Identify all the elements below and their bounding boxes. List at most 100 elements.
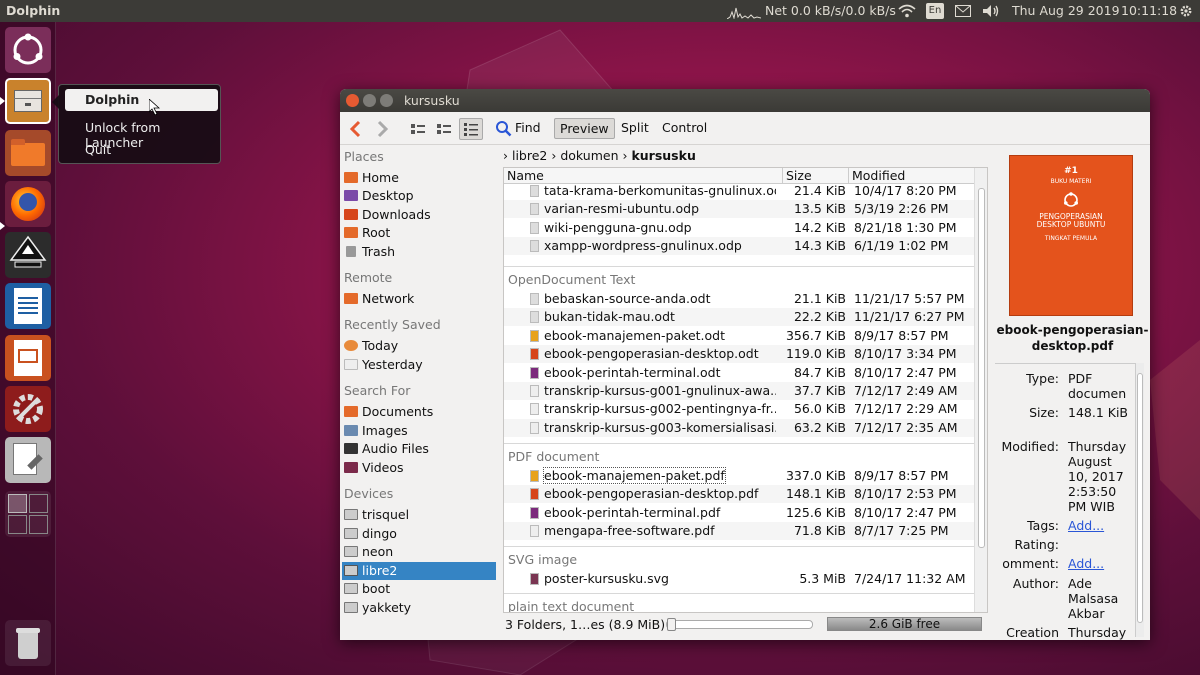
device-libre2[interactable]: libre2 (342, 562, 496, 580)
search-audio-files[interactable]: Audio Files (342, 440, 496, 458)
firefox-icon[interactable] (5, 181, 51, 227)
wifi-icon[interactable] (898, 4, 916, 18)
mail-icon[interactable] (955, 5, 971, 17)
add-comment-link[interactable]: Add... (1068, 556, 1130, 571)
info-scrollbar[interactable] (1135, 363, 1144, 637)
minimize-icon[interactable] (363, 94, 376, 107)
table-row[interactable]: transkrip-kursus-g003-komersialisasi... 6… (504, 418, 974, 437)
table-row[interactable]: ebook-pengoperasian-desktop.pdf 148.1 KiB… (504, 485, 974, 504)
inkscape-icon[interactable] (5, 232, 51, 278)
device-trisquel[interactable]: trisquel (342, 506, 496, 524)
table-row[interactable]: poster-kursusku.svg 5.3 MiB 7/24/17 11:32 … (504, 570, 974, 588)
table-row[interactable]: wiki-pengguna-gnu.odp 14.2 KiB 8/21/18 1:3… (504, 219, 974, 237)
free-space-bar: 2.6 GiB free (827, 617, 982, 631)
compact-view-button[interactable] (432, 118, 456, 140)
rating-label: Rating: (1014, 537, 1059, 552)
table-row[interactable]: transkrip-kursus-g001-gnulinux-awa... 37.… (504, 382, 974, 400)
quicklist-dolphin[interactable]: Dolphin (65, 89, 218, 111)
place-trash[interactable]: Trash (342, 243, 496, 261)
device-boot[interactable]: boot (342, 580, 496, 598)
dolphin-icon[interactable] (5, 78, 51, 124)
places-panel: Places Home Desktop Downloads Root Trash… (340, 145, 500, 640)
add-tags-link[interactable]: Add... (1068, 518, 1130, 533)
table-row[interactable]: ebook-pengoperasian-desktop.odt 119.0 KiB… (504, 345, 974, 364)
date[interactable]: Thu Aug 29 2019 (1012, 3, 1120, 18)
file-name: mengapa-free-software.pdf (544, 523, 715, 539)
table-row[interactable]: varian-resmi-ubuntu.odp 13.5 KiB 5/3/19 2:… (504, 200, 974, 219)
device-yakkety[interactable]: yakkety (342, 599, 496, 617)
close-icon[interactable] (346, 94, 359, 107)
preview-button[interactable]: Preview (554, 118, 615, 139)
trash-icon[interactable] (5, 620, 51, 666)
file-size: 14.2 KiB (793, 219, 846, 235)
place-today[interactable]: Today (342, 337, 496, 355)
column-modified[interactable]: Modified (848, 168, 905, 183)
vertical-scrollbar[interactable] (974, 168, 987, 612)
place-network[interactable]: Network (342, 290, 496, 308)
quicklist-quit[interactable]: Quit (85, 142, 111, 157)
libreoffice-writer-icon[interactable] (5, 283, 51, 329)
search-images[interactable]: Images (342, 422, 496, 440)
table-row[interactable]: ebook-perintah-terminal.odt 84.7 KiB 8/10/… (504, 364, 974, 382)
file-icon (530, 506, 539, 519)
scrollbar-thumb[interactable] (978, 188, 985, 548)
drive-icon (344, 602, 358, 613)
place-desktop[interactable]: Desktop (342, 187, 496, 205)
table-row[interactable]: ebook-manajemen-paket.pdf 337.0 KiB 8/9/17… (504, 467, 974, 485)
keyboard-layout-indicator[interactable]: En (926, 3, 944, 19)
search-videos[interactable]: Videos (342, 459, 496, 477)
place-downloads[interactable]: Downloads (342, 206, 496, 224)
group-label: SVG image (508, 552, 578, 567)
workspace-switcher-icon[interactable] (5, 491, 51, 537)
files-folder-icon[interactable] (5, 130, 51, 176)
device-dingo[interactable]: dingo (342, 525, 496, 543)
forward-arrow-icon[interactable] (376, 120, 390, 138)
details-view-button[interactable] (459, 118, 483, 140)
table-row[interactable]: xampp-wordpress-gnulinux.odp 14.3 KiB 6/1/… (504, 237, 974, 256)
back-arrow-icon[interactable] (348, 120, 362, 138)
file-size: 22.2 KiB (793, 309, 846, 325)
places-heading: Places (344, 149, 384, 164)
find-button[interactable]: Find (510, 118, 546, 139)
search-documents[interactable]: Documents (342, 403, 496, 421)
device-neon[interactable]: neon (342, 543, 496, 561)
zoom-slider-handle[interactable] (667, 618, 676, 631)
system-load-graph-icon[interactable] (727, 4, 761, 19)
place-yesterday[interactable]: Yesterday (342, 356, 496, 374)
table-row[interactable]: tata-krama-berkomunitas-gnulinux.odp 21.4… (504, 182, 974, 200)
table-row[interactable]: transkrip-kursus-g002-pentingnya-fr... 56… (504, 400, 974, 418)
dash-home-icon[interactable] (5, 27, 51, 73)
table-row[interactable]: bebaskan-source-anda.odt 21.1 KiB 11/21/17… (504, 290, 974, 308)
table-row[interactable]: ebook-manajemen-paket.odt 356.7 KiB 8/9/17… (504, 327, 974, 345)
table-row[interactable]: bukan-tidak-mau.odt 22.2 KiB 11/21/17 6:27… (504, 308, 974, 327)
icons-view-button[interactable] (406, 118, 430, 140)
table-row[interactable]: ebook-perintah-terminal.pdf 125.6 KiB 8/10… (504, 504, 974, 522)
column-name[interactable]: Name (507, 168, 544, 183)
file-size: 21.1 KiB (793, 291, 846, 306)
breadcrumb-dokumen[interactable]: dokumen (560, 148, 618, 163)
maximize-icon[interactable] (380, 94, 393, 107)
place-root[interactable]: Root (342, 224, 496, 242)
gear-icon[interactable] (1179, 4, 1193, 18)
system-settings-icon[interactable] (5, 386, 51, 432)
info-scrollbar-thumb[interactable] (1137, 373, 1143, 623)
file-modified: 7/12/17 2:29 AM (854, 401, 958, 417)
net-speed[interactable]: Net 0.0 kB/s/0.0 kB/s (765, 3, 896, 18)
trash-icon (346, 246, 356, 257)
file-icon (530, 385, 539, 397)
split-button[interactable]: Split (616, 118, 654, 139)
zoom-slider[interactable] (666, 618, 813, 631)
window-titlebar[interactable]: kursusku (340, 89, 1150, 112)
system-tools-icon[interactable] (5, 437, 51, 483)
breadcrumb-libre2[interactable]: libre2 (512, 148, 547, 163)
control-button[interactable]: Control (657, 118, 712, 139)
file-icon (530, 240, 539, 253)
file-icon (530, 348, 539, 361)
column-size[interactable]: Size (782, 168, 812, 183)
table-row[interactable]: mengapa-free-software.pdf 71.8 KiB 8/7/17 … (504, 522, 974, 541)
libreoffice-impress-icon[interactable] (5, 335, 51, 381)
clock[interactable]: 10:11:18 (1121, 3, 1177, 18)
place-home[interactable]: Home (342, 169, 496, 187)
volume-icon[interactable] (982, 4, 1000, 18)
breadcrumb-kursusku[interactable]: kursusku (631, 148, 695, 163)
